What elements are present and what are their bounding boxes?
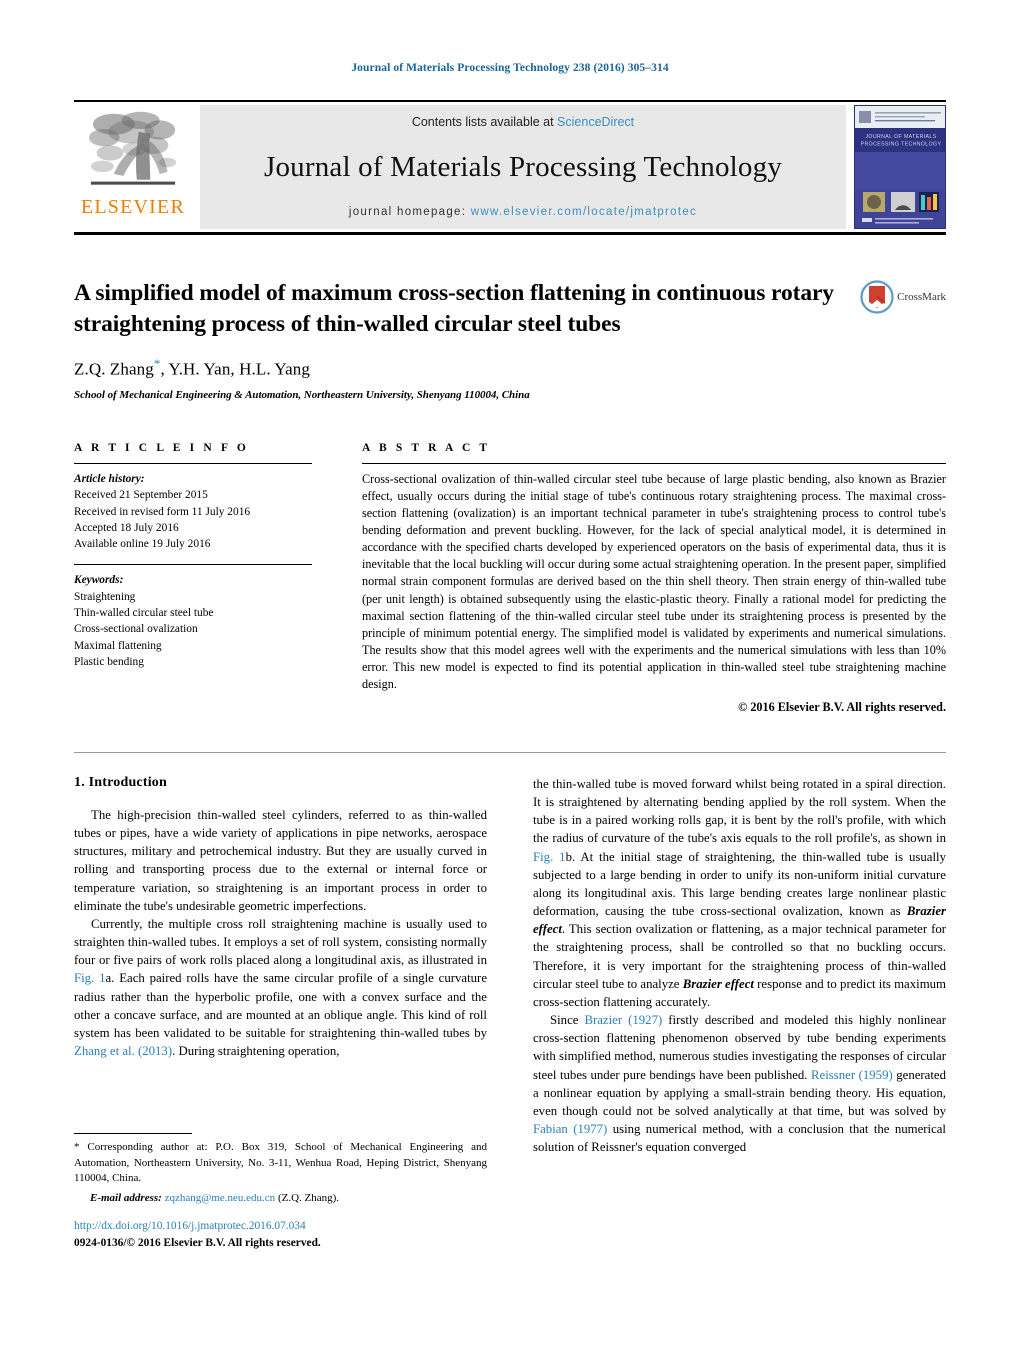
journal-header-box: Contents lists available at ScienceDirec… [200, 105, 846, 229]
elsevier-tree-icon [89, 111, 177, 185]
doi-block: http://dx.doi.org/10.1016/j.jmatprotec.2… [74, 1218, 487, 1251]
author-list: Z.Q. Zhang*, Y.H. Yan, H.L. Yang [74, 356, 946, 380]
paragraph: Since Brazier (1927) firstly described a… [533, 1011, 946, 1156]
crossmark-label: CrossMark [897, 291, 946, 303]
keyword-item: Cross-sectional ovalization [74, 623, 198, 636]
paragraph: Currently, the multiple cross roll strai… [74, 915, 487, 1060]
svg-text:JOURNAL OF MATERIALS: JOURNAL OF MATERIALS [865, 134, 936, 140]
article-history-label: Article history: [74, 473, 145, 485]
journal-homepage-label: journal homepage: [348, 206, 467, 218]
abstract-heading: A B S T R A C T [362, 442, 491, 454]
para-text: . During straightening operation, [172, 1044, 340, 1059]
abstract-text: Cross-sectional ovalization of thin-wall… [362, 472, 946, 691]
paragraph: The high-precision thin-walled steel cyl… [74, 808, 487, 913]
email-link[interactable]: zqzhang@me.neu.edu.cn [165, 1192, 276, 1204]
journal-title: Journal of Materials Processing Technolo… [263, 151, 783, 184]
footnote-rule [74, 1133, 192, 1134]
body-left-column: 1. Introduction The high-precision thin-… [74, 775, 487, 1156]
citation-link-zhang-2013[interactable]: Zhang et al. (2013) [74, 1044, 172, 1058]
journal-homepage-url[interactable]: www.elsevier.com/locate/jmatprotec [471, 206, 697, 218]
section-heading-introduction: 1. Introduction [74, 775, 167, 790]
body-columns: 1. Introduction The high-precision thin-… [74, 775, 946, 1156]
journal-cover-thumbnail: JOURNAL OF MATERIALS PROCESSING TECHNOLO… [854, 105, 946, 229]
keyword-item: Maximal flattening [74, 639, 162, 652]
abstract-copyright: © 2016 Elsevier B.V. All rights reserved… [738, 700, 946, 715]
history-item: Received 21 September 2015 [74, 489, 208, 502]
title-block: A simplified model of maximum cross-sect… [74, 278, 946, 401]
sciencedirect-link[interactable]: ScienceDirect [557, 115, 634, 129]
elsevier-logo: ELSEVIER [74, 105, 192, 229]
crossmark-badge[interactable]: CrossMark [860, 280, 946, 314]
history-item: Available online 19 July 2016 [74, 538, 211, 551]
para-text: Currently, the multiple cross roll strai… [74, 916, 487, 968]
page-title: A simplified model of maximum cross-sect… [74, 280, 834, 337]
body-separator-rule [74, 752, 946, 753]
footnote-address: * Corresponding author at: P.O. Box 319,… [74, 1141, 487, 1185]
author-corresponding: Z.Q. Zhang [74, 359, 154, 379]
keyword-item: Plastic bending [74, 655, 144, 668]
email-label: E-mail address: [90, 1191, 162, 1204]
history-item: Accepted 18 July 2016 [74, 521, 179, 534]
keywords-block: Keywords: Straightening Thin-walled circ… [74, 572, 312, 670]
footnote-email-line: E-mail address: zqzhang@me.neu.edu.cn (Z… [74, 1191, 487, 1207]
journal-masthead: ELSEVIER Contents lists available at Sci… [74, 100, 946, 235]
crossmark-icon [860, 280, 894, 314]
body-column-gutter [487, 775, 533, 1156]
keywords-label: Keywords: [74, 574, 124, 587]
citation-link-brazier-1927[interactable]: Brazier (1927) [584, 1013, 662, 1027]
column-gutter [312, 442, 362, 715]
running-head: Journal of Materials Processing Technolo… [351, 62, 669, 74]
article-info-heading: A R T I C L E I N F O [74, 442, 249, 454]
citation-link-fig1b[interactable]: Fig. 1 [533, 850, 566, 864]
paper-page: Journal of Materials Processing Technolo… [0, 0, 1020, 1351]
citation-link-fig1a[interactable]: Fig. 1 [74, 971, 106, 985]
history-item: Received in revised form 11 July 2016 [74, 505, 251, 518]
keyword-item: Thin-walled circular steel tube [74, 607, 214, 620]
keyword-item: Straightening [74, 590, 136, 603]
elsevier-wordmark: ELSEVIER [80, 196, 186, 218]
info-abstract-region: A R T I C L E I N F O Article history: R… [74, 442, 946, 715]
contents-lists-label: Contents lists available at [411, 115, 558, 129]
keywords-rule [74, 564, 312, 566]
masthead-bottom-rule [74, 232, 946, 235]
email-owner: (Z.Q. Zhang). [277, 1191, 340, 1204]
article-info-rule [74, 463, 312, 464]
para-text: Since [550, 1013, 585, 1028]
para-text: a. Each paired rolls have the same circu… [74, 971, 487, 1040]
svg-text:PROCESSING TECHNOLOGY: PROCESSING TECHNOLOGY [861, 142, 942, 148]
author-affiliation: School of Mechanical Engineering & Autom… [74, 388, 530, 401]
para-text: b. At the initial stage of straightening… [533, 849, 946, 919]
article-info-column: A R T I C L E I N F O Article history: R… [74, 442, 312, 715]
author-others: , Y.H. Yan, H.L. Yang [160, 359, 310, 379]
corresponding-author-footnote: * Corresponding author at: P.O. Box 319,… [74, 1133, 487, 1206]
abstract-column: A B S T R A C T Cross-sectional ovalizat… [362, 442, 946, 715]
contents-lists-line: Contents lists available at ScienceDirec… [412, 115, 634, 129]
paragraph: the thin-walled tube is moved forward wh… [533, 775, 946, 1011]
article-history: Article history: Received 21 September 2… [74, 471, 312, 552]
body-right-column: the thin-walled tube is moved forward wh… [533, 775, 946, 1156]
emphasis-brazier-effect: Brazier effect [682, 976, 754, 991]
citation-link-reissner-1959[interactable]: Reissner (1959) [811, 1068, 893, 1082]
abstract-rule [362, 463, 946, 464]
para-text: the thin-walled tube is moved forward wh… [533, 777, 946, 846]
masthead-top-rule [74, 100, 946, 102]
citation-link-fabian-1977[interactable]: Fabian (1977) [533, 1122, 607, 1136]
journal-homepage-line: journal homepage: www.elsevier.com/locat… [349, 206, 697, 218]
doi-link[interactable]: http://dx.doi.org/10.1016/j.jmatprotec.2… [74, 1218, 487, 1235]
issn-copyright-line: 0924-0136/© 2016 Elsevier B.V. All right… [74, 1236, 321, 1249]
journal-cover-art: JOURNAL OF MATERIALS PROCESSING TECHNOLO… [855, 106, 945, 228]
